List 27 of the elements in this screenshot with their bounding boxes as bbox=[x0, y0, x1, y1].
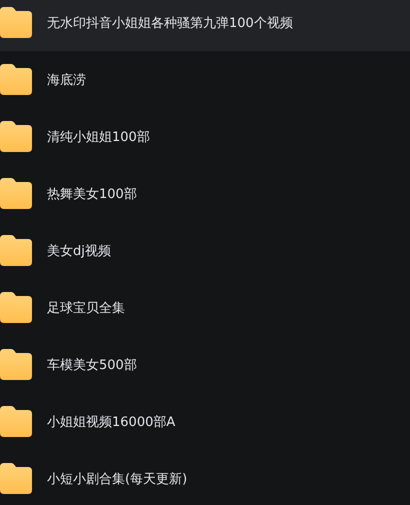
folder-name: 小短小剧合集(每天更新) bbox=[47, 470, 188, 488]
folder-icon bbox=[0, 406, 32, 437]
folder-row[interactable]: 清纯小姐姐100部 bbox=[0, 108, 410, 165]
folder-icon bbox=[0, 235, 32, 266]
folder-name: 足球宝贝全集 bbox=[47, 300, 125, 316]
folder-icon bbox=[0, 463, 32, 494]
folder-icon bbox=[0, 7, 32, 38]
folder-name: 清纯小姐姐100部 bbox=[47, 128, 150, 146]
folder-row[interactable]: 小姐姐视频16000部A bbox=[0, 393, 410, 450]
folder-name: 无水印抖音小姐姐各种骚第九弹100个视频 bbox=[47, 14, 293, 32]
folder-row[interactable]: 海底涝 bbox=[0, 51, 410, 108]
folder-row[interactable]: 热舞美女100部 bbox=[0, 165, 410, 222]
folder-row[interactable]: 无水印抖音小姐姐各种骚第九弹100个视频 bbox=[0, 0, 410, 51]
folder-icon bbox=[0, 121, 32, 152]
folder-name: 美女dj视频 bbox=[47, 242, 111, 260]
folder-icon bbox=[0, 64, 32, 95]
folder-icon bbox=[0, 349, 32, 380]
folder-row[interactable]: 小短小剧合集(每天更新) bbox=[0, 450, 410, 505]
folder-name: 小姐姐视频16000部A bbox=[47, 414, 176, 430]
folder-row[interactable]: 美女dj视频 bbox=[0, 222, 410, 279]
folder-row[interactable]: 车模美女500部 bbox=[0, 336, 410, 393]
folder-name: 车模美女500部 bbox=[47, 356, 137, 374]
folder-name: 海底涝 bbox=[47, 72, 86, 88]
folder-icon bbox=[0, 292, 32, 323]
folder-icon bbox=[0, 178, 32, 209]
folder-row[interactable]: 足球宝贝全集 bbox=[0, 279, 410, 336]
folder-name: 热舞美女100部 bbox=[47, 186, 137, 202]
